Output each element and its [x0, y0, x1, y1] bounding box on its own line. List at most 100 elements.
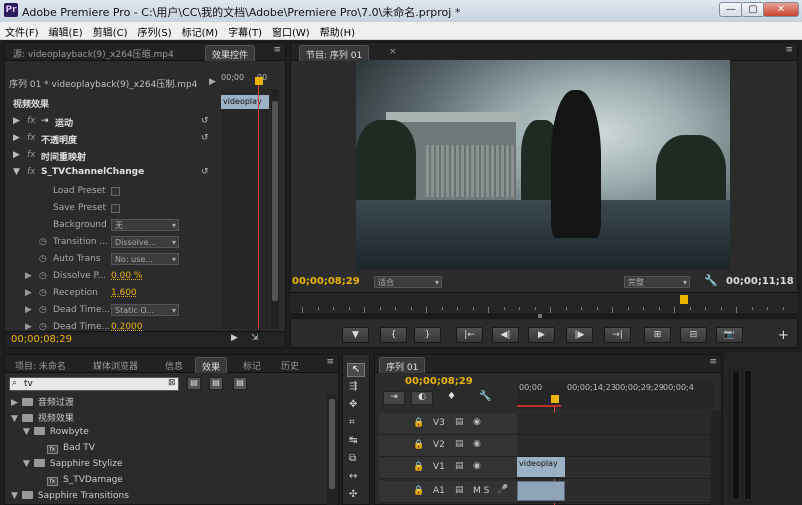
tree-item[interactable]: ▼ Rowbyte: [23, 427, 89, 443]
program-timecode[interactable]: 00;00;08;29: [292, 276, 360, 287]
maximize-button[interactable]: ▢: [741, 2, 765, 17]
selection-tool-icon[interactable]: ↖: [347, 363, 365, 377]
ec-scrollbar[interactable]: [271, 89, 279, 329]
eye-icon[interactable]: ◉: [473, 439, 481, 449]
program-close-icon[interactable]: ×: [383, 45, 403, 61]
snap-icon[interactable]: ⇥: [383, 391, 405, 405]
program-ruler[interactable]: [290, 292, 798, 313]
track-lane[interactable]: [517, 435, 711, 457]
project-tab-2[interactable]: 信息: [159, 357, 189, 373]
yuv-effects-icon[interactable]: ▤: [233, 377, 247, 390]
tab-sequence[interactable]: 序列 01: [379, 357, 426, 373]
tree-item[interactable]: fx Bad TV: [35, 443, 95, 459]
expand-triangle-icon[interactable]: ▼: [23, 459, 30, 469]
slide-tool-icon[interactable]: ✣: [349, 489, 357, 500]
transport-button-9[interactable]: ⊟: [680, 327, 707, 343]
play-audio-icon[interactable]: ▶: [231, 333, 238, 343]
accelerated-effects-icon[interactable]: ▤: [187, 377, 201, 390]
rate-stretch-tool-icon[interactable]: ↹: [349, 435, 357, 446]
stopwatch-icon[interactable]: ◷: [39, 305, 47, 315]
transport-button-0[interactable]: ▼: [342, 327, 369, 343]
expand-triangle-icon[interactable]: ▶: [11, 398, 18, 408]
track-header[interactable]: 🔒 V1 ▤ ◉: [379, 457, 517, 479]
param-dropdown[interactable]: No: use...: [111, 253, 179, 265]
expand-triangle-icon[interactable]: ▼: [13, 167, 20, 177]
program-video-frame[interactable]: [356, 60, 730, 270]
expand-triangle-icon[interactable]: ▶: [25, 322, 32, 332]
fx-row[interactable]: ▶ fx 时间重映射: [5, 147, 223, 164]
menu-item-2[interactable]: 剪辑(C): [88, 22, 133, 41]
mini-playhead[interactable]: [258, 83, 259, 329]
rolling-edit-tool-icon[interactable]: ⌗: [349, 417, 355, 428]
menu-item-3[interactable]: 序列(S): [132, 22, 176, 41]
transport-button-7[interactable]: →|: [604, 327, 631, 343]
track-header[interactable]: 🔒 V3 ▤ ◉: [379, 413, 517, 435]
tab-program[interactable]: 节目: 序列 01: [299, 45, 370, 61]
program-zoom-bar[interactable]: [290, 313, 798, 319]
timeline-timecode[interactable]: 00;00;08;29: [405, 376, 473, 387]
mini-playhead-handle[interactable]: [255, 77, 263, 85]
menu-item-7[interactable]: 帮助(H): [315, 22, 360, 41]
ec-scroll-thumb[interactable]: [272, 101, 278, 301]
track-select-tool-icon[interactable]: ⇶: [349, 381, 357, 392]
expand-triangle-icon[interactable]: ▶: [13, 133, 20, 143]
project-tab-4[interactable]: 标记: [237, 357, 267, 373]
menu-item-4[interactable]: 标记(M): [177, 22, 223, 41]
mini-clip[interactable]: videoplay: [221, 95, 269, 109]
mini-timeline[interactable]: videoplay: [221, 77, 269, 329]
timeline-ruler[interactable]: 00;00 00;00;14;23 00;00;29;29 00;00;4: [517, 381, 715, 409]
timeline-scrollbar[interactable]: [711, 411, 721, 505]
track-header[interactable]: 🔒 A1 ▤ M S 🎤: [379, 481, 517, 503]
expand-triangle-icon[interactable]: ▶: [13, 116, 20, 126]
fx-row[interactable]: ▶ fx 不透明度 ↺: [5, 130, 223, 147]
reset-icon[interactable]: ↺: [201, 167, 209, 177]
tree-item[interactable]: ▼ 视频效果: [11, 411, 74, 427]
reset-icon[interactable]: ↺: [201, 133, 209, 143]
ripple-edit-tool-icon[interactable]: ✥: [349, 399, 357, 410]
project-tab-0[interactable]: 项目: 未命名: [9, 357, 72, 373]
close-button[interactable]: ✕: [763, 2, 799, 17]
lock-icon[interactable]: 🔒: [413, 486, 424, 496]
expand-triangle-icon[interactable]: ▶: [25, 288, 32, 298]
expand-triangle-icon[interactable]: ▶: [25, 271, 32, 281]
menu-item-0[interactable]: 文件(F): [0, 22, 44, 41]
tree-item[interactable]: ▼ Sapphire Stylize: [23, 459, 123, 475]
param-dropdown[interactable]: 无: [111, 219, 179, 231]
transport-button-1[interactable]: {: [380, 327, 407, 343]
sync-icon[interactable]: ▤: [455, 485, 464, 495]
stopwatch-icon[interactable]: ◷: [39, 322, 47, 332]
project-menu-button[interactable]: ≡: [326, 357, 334, 367]
transport-button-4[interactable]: ◀|: [492, 327, 519, 343]
transport-button-3[interactable]: |←: [456, 327, 483, 343]
add-marker-icon[interactable]: ♦: [447, 391, 456, 402]
sync-icon[interactable]: ▤: [455, 461, 464, 471]
transport-button-6[interactable]: |▶: [566, 327, 593, 343]
quality-dropdown[interactable]: 完整: [624, 276, 690, 288]
timeline-playhead-handle[interactable]: [551, 395, 559, 403]
mute-solo-label[interactable]: M S: [473, 486, 489, 496]
stopwatch-icon[interactable]: ◷: [39, 271, 47, 281]
lock-icon[interactable]: 🔒: [413, 462, 424, 472]
voiceover-icon[interactable]: 🎤: [497, 485, 508, 495]
program-playhead-handle[interactable]: [680, 295, 688, 304]
track-lane[interactable]: [517, 413, 711, 435]
expand-triangle-icon[interactable]: ▼: [11, 491, 18, 501]
audio-clip[interactable]: [517, 481, 565, 501]
tab-effect-controls[interactable]: 效果控件: [205, 45, 256, 61]
expand-triangle-icon[interactable]: ▶: [13, 150, 20, 160]
menu-item-1[interactable]: 编辑(E): [44, 22, 88, 41]
timeline-wrench-icon[interactable]: 🔧: [479, 391, 491, 402]
stopwatch-icon[interactable]: ◷: [39, 237, 47, 247]
project-tab-3[interactable]: 效果: [195, 357, 228, 373]
sync-icon[interactable]: ▤: [455, 417, 464, 427]
expand-triangle-icon[interactable]: ▼: [11, 414, 18, 424]
eye-icon[interactable]: ◉: [473, 461, 481, 471]
minimize-button[interactable]: —: [719, 2, 743, 17]
eye-icon[interactable]: ◉: [473, 417, 481, 427]
video-clip[interactable]: videoplay: [517, 457, 565, 477]
transport-button-5[interactable]: ▶: [528, 327, 555, 343]
tree-item[interactable]: fx S_TVDamage: [35, 475, 123, 491]
lock-icon[interactable]: 🔒: [413, 440, 424, 450]
sync-icon[interactable]: ▤: [455, 439, 464, 449]
menu-item-5[interactable]: 字幕(T): [223, 22, 267, 41]
